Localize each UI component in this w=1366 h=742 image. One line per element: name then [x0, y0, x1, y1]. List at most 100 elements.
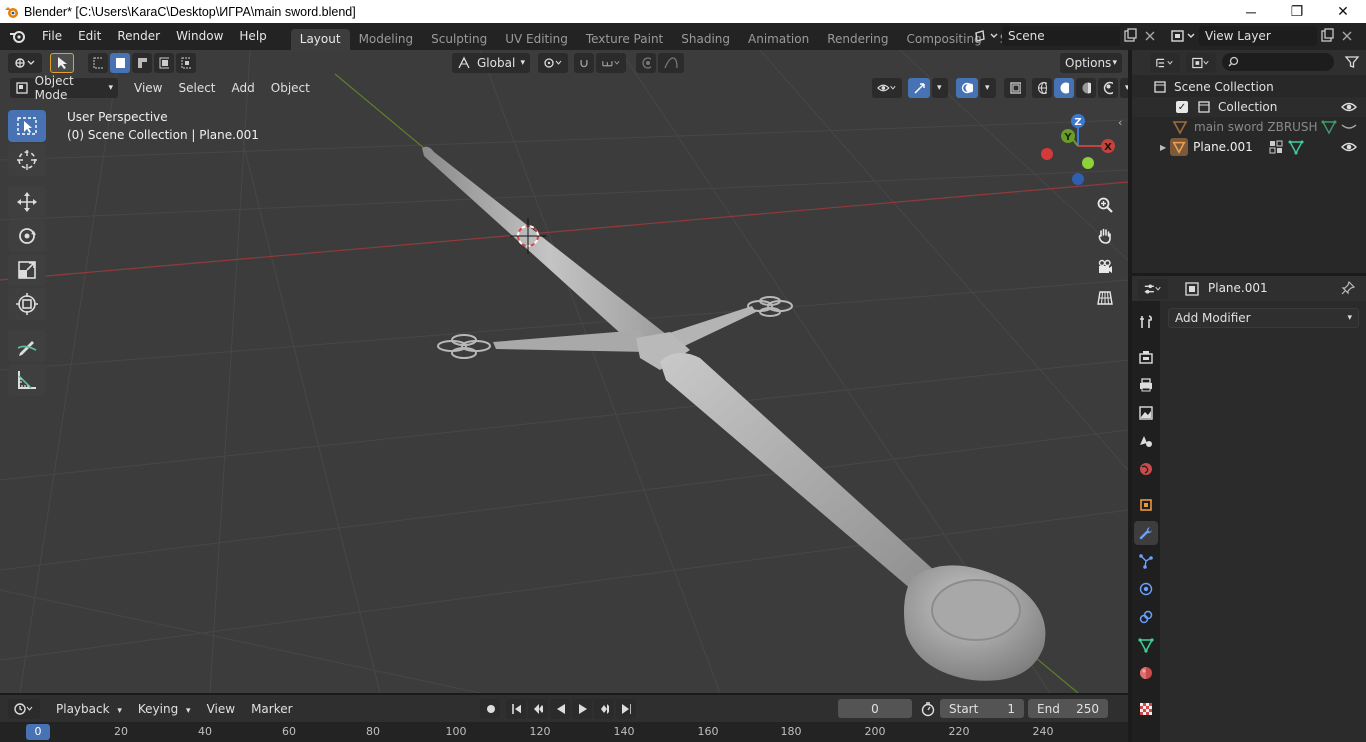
gizmo-neg-z-axis[interactable] [1072, 173, 1084, 185]
tab-particles[interactable] [1134, 549, 1158, 573]
xray-toggle[interactable] [1004, 78, 1026, 98]
tab-uv-editing[interactable]: UV Editing [496, 29, 577, 50]
jump-to-end-button[interactable] [616, 699, 636, 719]
blender-menu-icon[interactable] [0, 23, 34, 50]
outliner-row-main-sword[interactable]: main sword ZBRUSH [1132, 117, 1366, 137]
eye-closed-icon[interactable] [1341, 120, 1357, 134]
jump-prev-keyframe-button[interactable] [528, 699, 548, 719]
eye-icon[interactable] [1341, 140, 1357, 154]
outliner-search-field[interactable] [1222, 53, 1334, 71]
tool-measure[interactable] [8, 364, 46, 396]
timeline-menu-keying[interactable]: Keying ▾ [130, 702, 199, 716]
area-divider-horizontal[interactable] [1132, 273, 1366, 276]
select-mode-subtract-button[interactable] [132, 53, 152, 73]
gizmo-toggle[interactable] [908, 78, 930, 98]
visibility-dropdown[interactable] [872, 78, 902, 98]
outliner-editor-type-button[interactable] [1150, 53, 1180, 73]
timeline-menu-view[interactable]: View [199, 702, 243, 716]
camera-view-button[interactable] [1093, 255, 1117, 279]
chevron-right-icon[interactable]: ▶ [1160, 143, 1166, 152]
pin-icon[interactable] [1340, 280, 1356, 296]
viewport-menu-add[interactable]: Add [224, 81, 263, 95]
menu-help[interactable]: Help [231, 23, 274, 50]
timeline-editor-type-button[interactable] [8, 698, 40, 719]
scene-icon[interactable] [972, 27, 1000, 45]
auto-keying-toggle[interactable] [480, 699, 500, 719]
snap-toggle[interactable] [574, 53, 594, 73]
menu-edit[interactable]: Edit [70, 23, 109, 50]
proportional-falloff-dropdown[interactable] [658, 53, 684, 73]
tab-physics[interactable] [1134, 577, 1158, 601]
viewport-menu-object[interactable]: Object [263, 81, 318, 95]
view-layer-name-field[interactable]: View Layer [1199, 26, 1317, 46]
tab-data[interactable] [1134, 633, 1158, 657]
gizmo-neg-y-axis[interactable] [1082, 157, 1094, 169]
overlays-dropdown[interactable]: ▾ [980, 78, 996, 98]
overlays-toggle[interactable] [956, 78, 978, 98]
timeline-ruler[interactable]: 0 20 40 60 80 100 120 140 160 180 200 22… [0, 722, 1128, 742]
tab-animation[interactable]: Animation [739, 29, 818, 50]
tab-texture[interactable] [1134, 697, 1158, 721]
tab-constraints[interactable] [1134, 605, 1158, 629]
viewport-menu-select[interactable]: Select [170, 81, 223, 95]
menu-file[interactable]: File [34, 23, 70, 50]
select-mode-extend-button[interactable] [110, 53, 130, 73]
shading-solid-button[interactable] [1054, 78, 1074, 98]
tool-cursor[interactable] [8, 144, 46, 176]
gizmo-neg-x-axis[interactable] [1041, 148, 1053, 160]
new-scene-icon[interactable] [1122, 27, 1138, 45]
jump-next-keyframe-button[interactable] [594, 699, 614, 719]
tab-texture-paint[interactable]: Texture Paint [577, 29, 672, 50]
view-layer-icon[interactable] [1168, 27, 1198, 45]
eye-icon[interactable] [1341, 100, 1357, 114]
minimize-button[interactable]: ─ [1228, 0, 1274, 23]
start-frame-field[interactable]: Start 1 [940, 699, 1024, 718]
tool-scale[interactable] [8, 254, 46, 286]
navigation-gizmo[interactable]: Z X Y [1034, 110, 1118, 190]
options-dropdown[interactable]: Options ▾ [1060, 53, 1122, 73]
tab-shading[interactable]: Shading [672, 29, 739, 50]
tool-select-box[interactable] [8, 110, 46, 142]
tool-transform[interactable] [8, 288, 46, 320]
select-mode-intersect-button[interactable] [176, 53, 196, 73]
area-divider-horizontal[interactable] [0, 693, 1128, 695]
current-frame-field[interactable]: 0 [838, 699, 912, 718]
tab-layout[interactable]: Layout [290, 29, 350, 50]
remove-scene-icon[interactable] [1143, 27, 1157, 45]
stopwatch-icon[interactable] [920, 701, 936, 720]
pivot-point-dropdown[interactable] [538, 53, 568, 73]
tab-sculpting[interactable]: Sculpting [422, 29, 496, 50]
tool-annotate[interactable] [8, 330, 46, 362]
filter-icon[interactable] [1344, 54, 1360, 73]
tab-output[interactable] [1134, 373, 1158, 397]
select-tool-mode-button[interactable] [50, 53, 74, 73]
tab-rendering[interactable]: Rendering [818, 29, 897, 50]
viewport-menu-view[interactable]: View [126, 81, 170, 95]
tool-move[interactable] [8, 186, 46, 218]
tab-material[interactable] [1134, 661, 1158, 685]
new-view-layer-icon[interactable] [1319, 27, 1335, 45]
menu-render[interactable]: Render [109, 23, 168, 50]
tab-modeling[interactable]: Modeling [350, 29, 423, 50]
outliner-row-scene-collection[interactable]: Scene Collection [1132, 77, 1366, 97]
viewport-scene[interactable] [0, 50, 1128, 693]
toggle-ortho-button[interactable] [1093, 286, 1117, 310]
jump-to-start-button[interactable] [506, 699, 526, 719]
maximize-button[interactable]: ❐ [1274, 0, 1320, 23]
tab-modifiers[interactable] [1134, 521, 1158, 545]
play-button[interactable] [572, 699, 592, 719]
timeline-menu-playback[interactable]: Playback ▾ [48, 702, 130, 716]
checkbox-checked-icon[interactable]: ✓ [1176, 101, 1188, 113]
properties-editor-type-button[interactable] [1138, 279, 1168, 299]
outliner-row-plane[interactable]: ▶ Plane.001 [1132, 137, 1366, 157]
scene-name-field[interactable]: Scene [1002, 26, 1120, 46]
snap-target-dropdown[interactable] [596, 53, 626, 73]
tab-tool[interactable] [1134, 310, 1158, 334]
menu-window[interactable]: Window [168, 23, 231, 50]
select-mode-invert-button[interactable] [154, 53, 174, 73]
sidebar-toggle-icon[interactable]: ‹ [1118, 116, 1122, 129]
close-button[interactable]: ✕ [1320, 0, 1366, 23]
proportional-edit-toggle[interactable] [636, 53, 656, 73]
shading-wireframe-button[interactable] [1032, 78, 1052, 98]
zoom-view-button[interactable] [1093, 193, 1117, 217]
